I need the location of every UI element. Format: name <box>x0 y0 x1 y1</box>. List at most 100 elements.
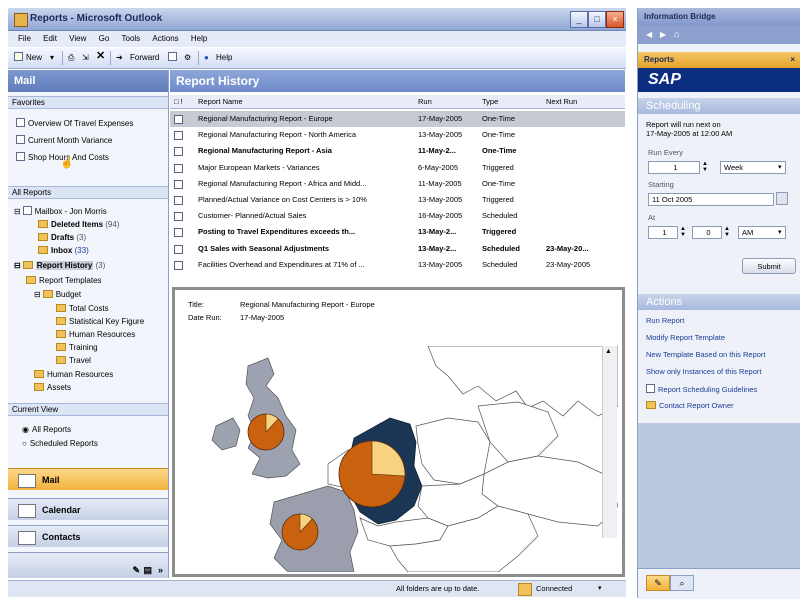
view-radio-scheduled-reports[interactable]: ○ Scheduled Reports <box>22 438 98 449</box>
report-row[interactable]: Posting to Travel Expenditures exceeds t… <box>170 224 625 240</box>
action-contact-report-owner[interactable]: Contact Report Owner <box>646 401 734 410</box>
notes-icon[interactable]: ✎ <box>132 559 140 581</box>
tree-item-human-resources[interactable]: Human Resources <box>56 329 135 340</box>
report-row[interactable]: Regional Manufacturing Report - Europe 17… <box>170 111 625 127</box>
report-row[interactable]: Q1 Sales with Seasonal Adjustments 13-May… <box>170 241 625 257</box>
tree-item-report-templates[interactable]: Report Templates <box>26 275 102 286</box>
menu-tools[interactable]: Tools <box>122 34 141 43</box>
forward-nav-icon[interactable]: ▶ <box>660 30 666 39</box>
menu-help[interactable]: Help <box>191 34 207 43</box>
menu-go[interactable]: Go <box>99 34 110 43</box>
report-run-cell: 16-May-2005 <box>418 211 463 221</box>
report-row[interactable]: Customer- Planned/Actual Sales 16-May-200… <box>170 208 625 224</box>
print-icon[interactable]: ⎙ <box>68 52 74 64</box>
run-every-spinner-icon[interactable]: ▲ ▼ <box>702 161 708 173</box>
menu-edit[interactable]: Edit <box>43 34 57 43</box>
new-dropdown-icon[interactable]: ▾ <box>50 52 54 64</box>
column-header-next-run[interactable]: Next Run <box>546 97 577 106</box>
action-new-template[interactable]: New Template Based on this Report <box>646 350 766 359</box>
reports-close-icon[interactable]: × <box>790 52 795 68</box>
current-view-header[interactable]: Current View <box>8 403 168 416</box>
ampm-dropdown-icon[interactable]: ▾ <box>778 228 782 236</box>
column-header-report-name[interactable]: Report Name <box>198 97 243 106</box>
report-name-cell: Regional Manufacturing Report - Europe <box>198 114 333 123</box>
report-row[interactable]: Regional Manufacturing Report - North Am… <box>170 127 625 143</box>
close-button[interactable]: × <box>606 11 624 28</box>
tree-item-assets[interactable]: Assets <box>34 382 71 393</box>
tree-item-travel[interactable]: Travel <box>56 355 91 366</box>
inbox-icon <box>38 246 48 254</box>
hour-input[interactable]: 1 <box>648 226 678 239</box>
report-icon <box>174 163 183 173</box>
period-dropdown-icon[interactable]: ▾ <box>778 163 782 171</box>
all-reports-header[interactable]: All Reports <box>8 186 168 199</box>
menu-view[interactable]: View <box>69 34 86 43</box>
tree-item-statistical-key-figure[interactable]: Statistical Key Figure <box>56 316 144 327</box>
hour-spinner-icon[interactable]: ▲ ▼ <box>680 226 686 238</box>
report-icon <box>174 115 183 124</box>
uk-pie-marker[interactable] <box>247 413 285 451</box>
view-radio-all-reports[interactable]: ◉ All Reports <box>22 424 71 435</box>
tree-item-total-costs[interactable]: Total Costs <box>56 303 109 314</box>
report-row[interactable]: Major European Markets - Variances 6-May-… <box>170 160 625 176</box>
tree-item-drafts[interactable]: Drafts (3) <box>38 232 86 243</box>
calendar-picker-icon[interactable] <box>776 192 788 205</box>
delete-icon[interactable]: ✕ <box>96 50 105 62</box>
back-icon[interactable]: ◀ <box>646 30 652 39</box>
tree-item-deleted-items[interactable]: Deleted Items (94) <box>38 219 120 230</box>
move-icon[interactable]: ⇲ <box>82 52 89 64</box>
scroll-up-icon[interactable]: ▲ <box>605 348 612 355</box>
action-show-instances[interactable]: Show only Instances of this Report <box>646 367 761 376</box>
action-report-scheduling-guidelines[interactable]: Report Scheduling Guidelines <box>646 384 757 394</box>
options-icon[interactable]: ⚙ <box>184 52 191 64</box>
minimize-button[interactable]: _ <box>570 11 588 28</box>
nav-button-contacts[interactable]: Contacts <box>8 525 168 547</box>
menu-actions[interactable]: Actions <box>152 34 178 43</box>
scheduling-header: Scheduling <box>638 98 800 114</box>
minute-spinner-icon[interactable]: ▲ ▼ <box>724 226 730 238</box>
submit-button[interactable]: Submit <box>742 258 796 274</box>
tree-item-mailbox[interactable]: ⊟ Mailbox - Jon Morris <box>14 206 107 217</box>
report-icon[interactable] <box>168 52 180 64</box>
report-row[interactable]: Facilities Overhead and Expenditures at … <box>170 257 625 273</box>
germany-pie-marker[interactable] <box>338 440 406 508</box>
france-pie-marker[interactable] <box>281 513 319 551</box>
help-button[interactable]: Help <box>216 52 232 64</box>
folder-list-icon[interactable]: ▤ <box>143 559 152 581</box>
nav-button-mail[interactable]: Mail <box>8 468 168 490</box>
nav-button-calendar[interactable]: Calendar <box>8 498 168 520</box>
home-icon[interactable]: ⌂ <box>674 29 679 39</box>
reports-tab-icon[interactable]: ✎ <box>646 575 670 591</box>
icon-column-header[interactable]: □ ! <box>174 97 183 106</box>
tree-item-training[interactable]: Training <box>56 342 98 353</box>
tree-item-human-resources-2[interactable]: Human Resources <box>34 369 113 380</box>
tree-item-inbox[interactable]: Inbox (33) <box>38 245 89 256</box>
favorite-item[interactable]: Overview Of Travel Expenses <box>16 118 133 129</box>
preview-scrollbar[interactable]: ▲ <box>602 346 617 538</box>
action-run-report[interactable]: Run Report <box>646 316 684 325</box>
minute-input[interactable]: 0 <box>692 226 722 239</box>
period-select[interactable]: Week <box>720 161 786 174</box>
favorites-header[interactable]: Favorites <box>8 96 168 109</box>
search-tab-icon[interactable]: ⌕ <box>670 575 694 591</box>
report-row[interactable]: Regional Manufacturing Report - Africa a… <box>170 176 625 192</box>
menu-file[interactable]: File <box>18 34 31 43</box>
configure-buttons-icon[interactable]: » <box>158 559 163 581</box>
run-every-input[interactable]: 1 <box>648 161 700 174</box>
folder-icon <box>56 343 66 351</box>
new-button[interactable]: New <box>26 52 42 64</box>
maximize-button[interactable]: □ <box>588 11 606 28</box>
connection-dropdown-icon[interactable]: ▾ <box>598 584 602 592</box>
favorite-item[interactable]: Current Month Variance <box>16 135 112 146</box>
report-row[interactable]: Planned/Actual Variance on Cost Centers … <box>170 192 625 208</box>
column-header-type[interactable]: Type <box>482 97 498 106</box>
column-header-run[interactable]: Run <box>418 97 432 106</box>
tree-item-budget[interactable]: ⊟ Budget <box>34 289 81 300</box>
report-row[interactable]: Regional Manufacturing Report - Asia 11-M… <box>170 143 625 159</box>
forward-button[interactable]: Forward <box>130 52 159 64</box>
tree-item-report-history[interactable]: ⊟ Report History (3) <box>14 260 105 271</box>
connection-status[interactable]: Connected <box>536 584 572 593</box>
action-modify-report-template[interactable]: Modify Report Template <box>646 333 725 342</box>
folder-icon <box>56 304 66 312</box>
starting-date-input[interactable]: 11 Oct 2005 <box>648 193 774 206</box>
